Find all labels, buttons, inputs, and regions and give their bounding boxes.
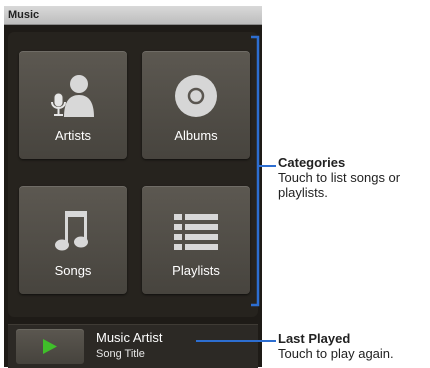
last-played-callout: Last Played Touch to play again. <box>278 331 428 361</box>
categories-callout-title: Categories <box>278 155 346 170</box>
last-played-callout-text: Touch to play again. <box>278 346 394 361</box>
categories-bracket <box>251 35 260 307</box>
categories-callout: Categories Touch to list songs or playli… <box>278 155 428 200</box>
categories-callout-text: Touch to list songs or playlists. <box>278 170 401 200</box>
last-played-callout-title: Last Played <box>278 331 351 346</box>
